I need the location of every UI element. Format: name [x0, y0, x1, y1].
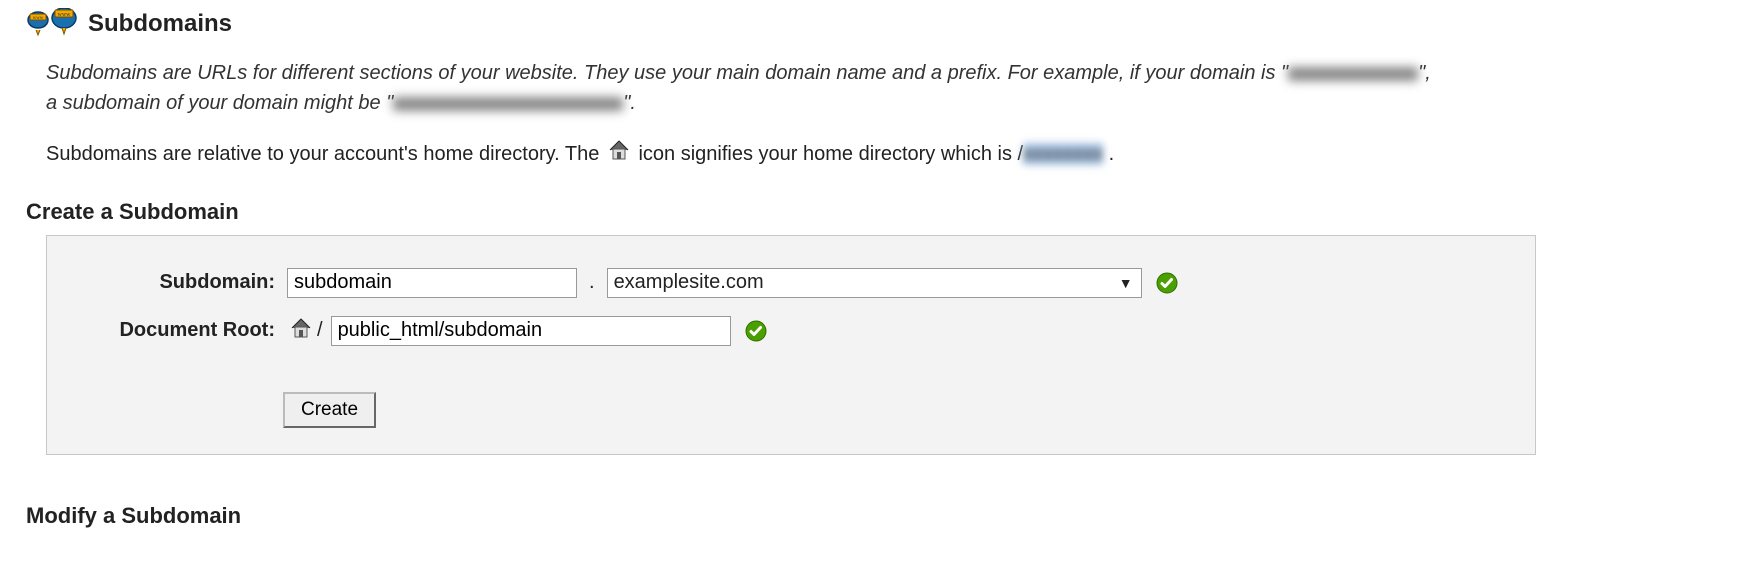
create-button[interactable]: Create	[283, 392, 376, 428]
home-line-before: Subdomains are relative to your account'…	[46, 143, 605, 165]
intro-text-3: ".	[623, 92, 636, 114]
modify-subdomain-heading: Modify a Subdomain	[26, 503, 1726, 529]
home-icon	[607, 139, 631, 171]
page-title: Subdomains	[88, 10, 232, 38]
valid-check-icon	[1156, 272, 1178, 294]
subdomain-label: Subdomain:	[65, 271, 279, 294]
home-dir-paragraph: Subdomains are relative to your account'…	[46, 138, 1726, 171]
docroot-row: Document Root: /	[65, 316, 1517, 346]
home-line-after: icon signifies your home directory which…	[638, 143, 1023, 165]
home-line-end: .	[1103, 143, 1114, 165]
docroot-slash: /	[317, 319, 323, 342]
subdomains-icon: www www	[26, 8, 78, 40]
docroot-label: Document Root:	[65, 319, 279, 342]
separator-dot: .	[589, 271, 595, 294]
redacted-domain: xxxxxxxx	[1288, 67, 1418, 81]
home-icon	[289, 317, 313, 345]
redacted-subdomain: xxxxxxxxxxxxxx	[393, 97, 623, 111]
subdomain-row: Subdomain: . examplesite.com ▼	[65, 268, 1517, 298]
domain-select-value: examplesite.com	[614, 271, 1113, 294]
svg-text:www: www	[58, 12, 72, 18]
create-subdomain-heading: Create a Subdomain	[26, 199, 1726, 225]
create-subdomain-form: Subdomain: . examplesite.com ▼ Document …	[46, 235, 1536, 455]
valid-check-icon	[745, 320, 767, 342]
redacted-homedir: xxxxxxxx	[1023, 143, 1103, 165]
page-heading-row: www www Subdomains	[26, 8, 1726, 40]
docroot-input[interactable]	[331, 316, 731, 346]
intro-text-1: Subdomains are URLs for different sectio…	[46, 62, 1288, 84]
chevron-down-icon: ▼	[1119, 275, 1133, 291]
svg-text:www: www	[33, 16, 44, 21]
docroot-home-prefix: /	[287, 317, 323, 345]
intro-paragraph: Subdomains are URLs for different sectio…	[46, 58, 1446, 118]
subdomain-input[interactable]	[287, 268, 577, 298]
domain-select[interactable]: examplesite.com ▼	[607, 268, 1142, 298]
